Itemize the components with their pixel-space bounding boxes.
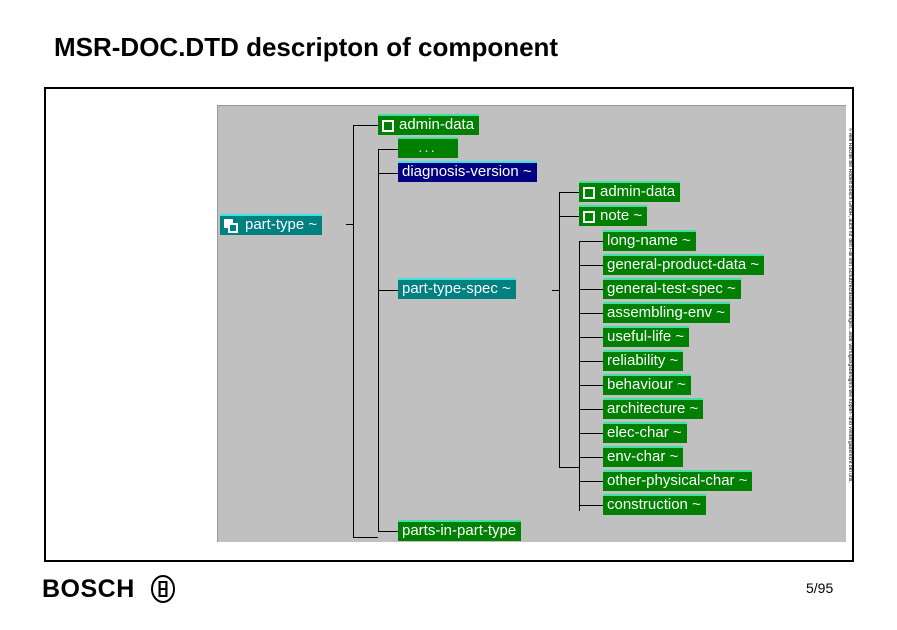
connector-to-parts-in-part-type xyxy=(378,531,398,532)
connector-to-spec-admin-data xyxy=(559,192,579,193)
tree-node-part-type[interactable]: part-type ~ xyxy=(220,214,323,235)
tree-node-label: part-type ~ xyxy=(245,216,318,233)
tree-node-label: useful-life ~ xyxy=(607,328,685,345)
tree-node-behaviour[interactable]: behaviour ~ xyxy=(603,374,691,395)
connector-trunk-inner xyxy=(378,149,379,531)
connector-leaf xyxy=(579,481,603,482)
square-icon xyxy=(382,119,394,132)
tree-node-architecture[interactable]: architecture ~ xyxy=(603,398,704,419)
tree-node-env-char[interactable]: env-char ~ xyxy=(603,446,684,467)
copyright-notice-vertical: © Alle Rechte bei Robert Bosch GmbH, auc… xyxy=(847,128,853,483)
tree-node-label: diagnosis-version ~ xyxy=(402,163,532,180)
tree-node-reliability[interactable]: reliability ~ xyxy=(603,350,684,371)
connector-leaf xyxy=(579,313,603,314)
tree-node-label: behaviour ~ xyxy=(607,376,686,393)
tree-node-label: admin-data xyxy=(399,116,475,133)
connector-trunk-leaves xyxy=(579,241,580,511)
tree-node-label: parts-in-part-type xyxy=(402,522,517,539)
connector-leaf xyxy=(579,337,603,338)
connector-spec-bottom xyxy=(559,467,579,468)
tree-node-label: long-name ~ xyxy=(607,232,691,249)
tree-node-label: part-type-spec ~ xyxy=(402,280,511,297)
brand-wordmark: BOSCH xyxy=(42,575,135,603)
tree-node-label: env-char ~ xyxy=(607,448,679,465)
tree-node-spec-admin-data[interactable]: admin-data xyxy=(579,181,681,202)
tree-node-general-test-spec[interactable]: general-test-spec ~ xyxy=(603,278,741,299)
connector-leaf xyxy=(579,361,603,362)
connector-leaf xyxy=(579,265,603,266)
connector-leaf xyxy=(579,457,603,458)
tree-node-label: general-test-spec ~ xyxy=(607,280,736,297)
connector-to-part-type-spec xyxy=(378,290,398,291)
connector-to-ellipsis xyxy=(378,149,398,150)
square-icon xyxy=(583,186,595,199)
connector-trunk-outer xyxy=(353,125,354,537)
tree-node-spec-note[interactable]: note ~ xyxy=(579,205,648,226)
stacked-squares-icon xyxy=(224,218,239,233)
tree-node-useful-life[interactable]: useful-life ~ xyxy=(603,326,690,347)
tree-node-label: note ~ xyxy=(600,207,643,224)
tree-node-label: construction ~ xyxy=(607,496,701,513)
tree-node-construction[interactable]: construction ~ xyxy=(603,494,706,515)
tree-node-ellipsis[interactable]: ... xyxy=(398,137,458,158)
tree-node-label: other-physical-char ~ xyxy=(607,472,748,489)
page-title: MSR-DOC.DTD descripton of component xyxy=(54,32,559,62)
slide-canvas: MSR-DOC.DTD descripton of component part… xyxy=(0,0,897,630)
tree-node-label: architecture ~ xyxy=(607,400,699,417)
connector-to-spec-note xyxy=(559,216,579,217)
connector-leaf xyxy=(579,241,603,242)
dtd-tree-diagram: part-type ~ admin-data ... diagnosis-ver… xyxy=(217,105,846,542)
connector-leaf xyxy=(579,289,603,290)
tree-node-long-name[interactable]: long-name ~ xyxy=(603,230,696,251)
connector-spec-stub xyxy=(552,290,559,291)
tree-node-admin-data-top[interactable]: admin-data xyxy=(378,114,480,135)
tree-node-label: ... xyxy=(418,139,437,156)
tree-node-label: assembling-env ~ xyxy=(607,304,725,321)
tree-node-label: general-product-data ~ xyxy=(607,256,760,273)
connector-leaf xyxy=(579,385,603,386)
connector-to-diagnosis-version xyxy=(378,173,398,174)
bosch-anchor-logo-icon xyxy=(148,575,178,603)
tree-node-elec-char[interactable]: elec-char ~ xyxy=(603,422,687,443)
connector-trunk-spec xyxy=(559,192,560,467)
tree-node-other-physical-char[interactable]: other-physical-char ~ xyxy=(603,470,753,491)
connector-leaf xyxy=(579,409,603,410)
tree-node-general-product-data[interactable]: general-product-data ~ xyxy=(603,254,765,275)
tree-node-assembling-env[interactable]: assembling-env ~ xyxy=(603,302,730,323)
connector-leaf xyxy=(579,505,603,506)
square-icon xyxy=(583,210,595,223)
tree-node-diagnosis-version[interactable]: diagnosis-version ~ xyxy=(398,161,537,182)
tree-node-label: reliability ~ xyxy=(607,352,679,369)
tree-node-parts-in-part-type[interactable]: parts-in-part-type xyxy=(398,520,522,541)
tree-node-label: elec-char ~ xyxy=(607,424,682,441)
page-number: 5/95 xyxy=(806,580,834,596)
tree-node-label: admin-data xyxy=(600,183,676,200)
connector-to-admin-data xyxy=(353,125,378,126)
connector-leaf xyxy=(579,433,603,434)
tree-node-part-type-spec[interactable]: part-type-spec ~ xyxy=(398,278,516,299)
connector-outer-bottom xyxy=(353,537,378,538)
